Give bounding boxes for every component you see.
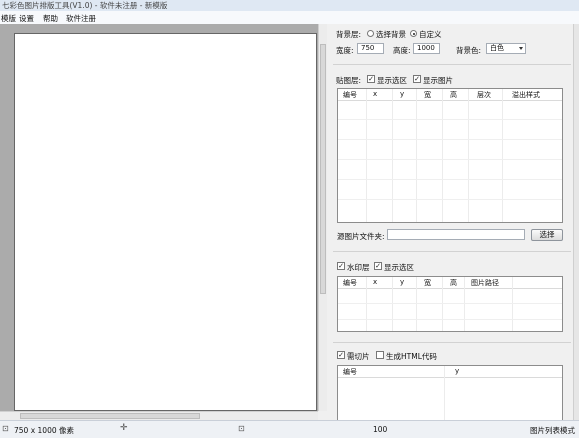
panel-scrollbar[interactable] [573,24,579,420]
grid-line [338,303,562,304]
grid-line [512,277,513,331]
crosshair-icon: ✛ [120,423,128,433]
column-header: y [400,90,405,98]
paste-layer-table[interactable]: 编号 x y 宽 高 层次 溢出样式 [337,88,563,223]
height-input[interactable]: 1000 [413,43,440,54]
grid-line [338,119,562,120]
height-label: 高度: [393,46,411,55]
generate-html-label: 生成HTML代码 [386,352,437,361]
view-mode-label[interactable]: 图片列表模式 [530,425,575,436]
choose-folder-button[interactable]: 选择 [531,229,563,241]
watermark-table[interactable]: 编号 x y 宽 高 图片路径 [337,276,563,332]
column-header: 编号 [343,368,357,376]
grid-line [338,199,562,200]
slicing-label: 需切片 [347,352,370,361]
menu-register[interactable]: 软件注册 [66,13,96,24]
column-header: 高 [450,91,457,99]
divider [333,64,571,65]
column-header: 编号 [343,279,357,287]
grid-line [338,179,562,180]
column-header: 图片路径 [471,279,499,287]
column-header: 宽 [424,91,431,99]
design-canvas[interactable] [14,33,317,411]
generate-html-checkbox[interactable] [376,351,384,359]
table-header: 编号 x y 宽 高 层次 溢出样式 [338,89,562,101]
vertical-scroll-thumb[interactable] [320,44,326,294]
watermark-show-selection-label: 显示选区 [384,263,414,272]
grid-line [442,277,443,331]
grid-line [442,89,443,222]
watermark-checkbox[interactable]: ✓ [337,262,345,270]
width-input[interactable]: 750 [357,43,384,54]
radio-custom-background-label: 自定义 [419,30,442,39]
chevron-down-icon [519,47,523,50]
column-header: 高 [450,279,457,287]
radio-select-background-label: 选择背景 [376,30,406,39]
show-selection-label: 显示选区 [377,76,407,85]
status-bar: ⊡ 750 x 1000 像素 ✛ ⊡ 100 图片列表模式 [0,420,579,438]
grid-line [502,89,503,222]
watermark-show-selection-checkbox[interactable]: ✓ [374,262,382,270]
table-header: 编号 x y 宽 高 图片路径 [338,277,562,289]
column-header: 宽 [424,279,431,287]
grid-line [338,159,562,160]
grid-line [338,319,562,320]
background-color-label: 背景色: [456,46,482,55]
grid-line [392,277,393,331]
divider [333,251,571,252]
source-folder-label: 源图片文件夹: [337,232,385,241]
paste-layer-label: 贴图层: [336,76,362,85]
watermark-label: 水印层 [347,263,370,272]
grid-line [338,139,562,140]
grid-line [464,277,465,331]
slicing-table[interactable]: 编号 y [337,365,563,420]
show-images-checkbox[interactable]: ✓ [413,75,421,83]
horizontal-scroll-thumb[interactable] [20,413,200,419]
canvas-size-icon: ⊡ [2,424,9,433]
background-color-value: 白色 [490,44,504,52]
zoom-readout: 100 [373,425,388,434]
background-color-select[interactable]: 白色 [486,43,526,54]
column-header: x [373,90,378,98]
menu-settings[interactable]: 设置 [19,13,34,24]
grid-line [392,89,393,222]
menu-bar: 模版 设置 帮助 软件注册 [0,11,579,25]
radio-custom-background[interactable] [410,30,417,37]
column-header: 溢出样式 [512,91,540,99]
slicing-checkbox[interactable]: ✓ [337,351,345,359]
column-header: 层次 [477,91,491,99]
menu-template[interactable]: 模版 [1,13,16,24]
grid-line [444,366,445,420]
show-images-label: 显示图片 [423,76,453,85]
settings-panel: 背景层: 选择背景 自定义 宽度: 750 高度: 1000 背景色: 白色 贴… [327,24,574,420]
column-header: x [373,278,378,286]
grid-line [416,277,417,331]
radio-select-background[interactable] [367,30,374,37]
table-header: 编号 y [338,366,562,378]
canvas-size-readout: 750 x 1000 像素 [14,426,74,435]
selection-icon: ⊡ [238,424,245,433]
show-selection-checkbox[interactable]: ✓ [367,75,375,83]
background-layer-label: 背景层: [336,30,362,39]
menu-help[interactable]: 帮助 [43,13,58,24]
column-header: y [400,278,405,286]
column-header: y [455,367,460,375]
grid-line [366,89,367,222]
source-folder-input[interactable] [387,229,525,240]
grid-line [416,89,417,222]
window-title: 七彩色图片排版工具(V1.0) - 软件未注册 - 新模版 [2,1,168,10]
column-header: 编号 [343,91,357,99]
grid-line [366,277,367,331]
divider [333,342,571,343]
grid-line [468,89,469,222]
width-label: 宽度: [336,46,354,55]
